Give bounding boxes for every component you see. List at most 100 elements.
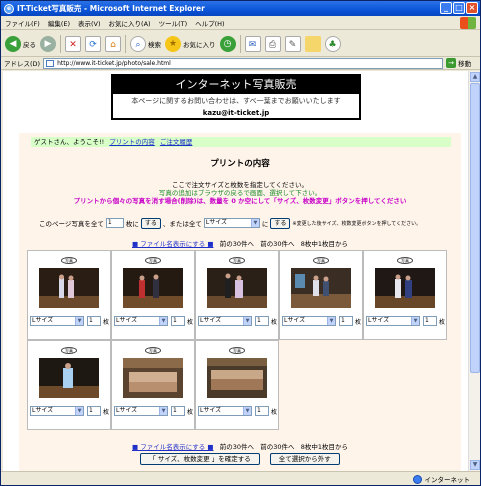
qty-input[interactable]: 1 — [423, 316, 437, 326]
size-select[interactable]: Lサイズ ▼ — [198, 406, 252, 416]
order-history-link[interactable]: ご注文履歴 — [160, 138, 193, 146]
qty-input[interactable]: 1 — [171, 316, 185, 326]
toolbar-separator — [125, 34, 126, 53]
size-select[interactable]: Lサイズ ▼ — [366, 316, 420, 326]
photo-item: 写真 Lサイズ ▼ 1 枚 — [111, 250, 195, 340]
chevron-down-icon: ▼ — [159, 407, 167, 415]
bulk-qty-apply-button[interactable]: する — [140, 217, 161, 229]
photo-thumbnail[interactable] — [207, 358, 267, 398]
size-value: Lサイズ — [116, 317, 138, 324]
search-button[interactable]: ⌕ 検索 — [130, 35, 161, 52]
close-button[interactable]: × — [466, 2, 478, 14]
edit-icon[interactable]: ✎ — [284, 35, 301, 52]
banner-email[interactable]: kazu@it-ticket.jp — [113, 109, 359, 117]
toolbar: ◀ 戻る ▶ ✕ ⟳ ⌂ ⌕ 検索 ★ お気に入り ◷ ✉ ⎙ ✎ ♣ — [1, 31, 480, 57]
qty-unit: 枚 — [439, 319, 446, 326]
stop-icon[interactable]: ✕ — [65, 35, 81, 52]
photo-thumbnail[interactable] — [375, 268, 435, 308]
toolbar-separator — [60, 34, 61, 53]
menu-tools[interactable]: ツール(T) — [159, 18, 188, 28]
folder-icon[interactable] — [304, 35, 321, 52]
maximize-button[interactable]: □ — [453, 2, 465, 14]
pager-top: ■ ファイル名表示にする ■ 前の30件へ 前の30件へ 8枚中1枚目から — [19, 238, 461, 248]
size-value: Lサイズ — [32, 407, 54, 414]
photo-thumbnail[interactable] — [39, 268, 99, 308]
chevron-down-icon: ▼ — [243, 317, 251, 325]
photo-item: 写真 Lサイズ ▼ 1 枚 — [363, 250, 447, 340]
refresh-icon[interactable]: ⟳ — [85, 35, 101, 52]
photo-thumbnail[interactable] — [123, 268, 183, 308]
qty-input[interactable]: 1 — [171, 406, 185, 416]
bulk-size-apply-button[interactable]: する — [270, 217, 291, 229]
address-input[interactable]: http://www.it-ticket.jp/photo/sale.html — [43, 57, 444, 69]
order-panel: ゲストさん、ようこそ!! プリントの内容 ご注文履歴 プリントの内容 ここで注文… — [19, 133, 461, 471]
instruction-3: プリントから個々の写真を消す場合(削除)は、数量を 0 か空にして「サイズ、枚数… — [73, 197, 407, 205]
minimize-button[interactable]: _ — [440, 2, 452, 14]
size-select[interactable]: Lサイズ ▼ — [198, 316, 252, 326]
filename-toggle-link[interactable]: ■ ファイル名表示にする ■ — [132, 443, 213, 451]
status-bar: インターネット — [1, 471, 480, 485]
ie-icon: e — [4, 3, 14, 14]
history-icon[interactable]: ◷ — [219, 35, 236, 52]
bulk-note: ※変更した後サイズ、枚数変更ボタンを押してください。 — [292, 220, 422, 227]
photo-thumbnail[interactable] — [291, 268, 351, 308]
chevron-down-icon: ▼ — [250, 219, 259, 227]
mail-icon[interactable]: ✉ — [244, 35, 261, 52]
menu-view[interactable]: 表示(V) — [78, 18, 101, 28]
toolbar-separator — [239, 34, 241, 53]
messenger-icon[interactable]: ♣ — [324, 35, 341, 52]
bulk-ni: に — [261, 220, 269, 228]
back-button[interactable]: ◀ 戻る — [5, 35, 36, 52]
bulk-size-select[interactable]: Lサイズ ▼ — [203, 218, 260, 228]
prev-page-text: 前の30件へ — [219, 240, 254, 248]
favorites-button[interactable]: ★ お気に入り — [165, 35, 216, 52]
photo-item: 写真 Lサイズ ▼ 1 枚 — [195, 250, 279, 340]
logo-icon: 写真 — [397, 257, 413, 264]
go-button[interactable]: → 移動 — [446, 58, 471, 68]
logo-icon: 写真 — [229, 257, 245, 264]
size-select[interactable]: Lサイズ ▼ — [30, 316, 84, 326]
windows-logo-icon — [460, 17, 476, 29]
vertical-scrollbar[interactable]: ▲ ▼ — [468, 71, 480, 471]
page-title: プリントの内容 — [210, 159, 270, 169]
menu-favorites[interactable]: お気に入り(A) — [109, 18, 151, 28]
qty-input[interactable]: 1 — [255, 316, 269, 326]
bulk-set-row: このページ写真を全て 1 枚に する 、または全て Lサイズ ▼ に する ※変更… — [39, 217, 459, 229]
scroll-thumb[interactable] — [470, 83, 480, 373]
photo-item: 写真 Lサイズ ▼ 1 枚 — [195, 340, 279, 430]
deselect-all-button[interactable]: 全て選択から外す — [269, 453, 340, 465]
photo-thumbnail[interactable] — [207, 268, 267, 308]
scroll-down-icon[interactable]: ▼ — [470, 460, 480, 470]
back-arrow-icon: ◀ — [5, 35, 21, 52]
home-icon[interactable]: ⌂ — [105, 35, 121, 52]
star-icon: ★ — [165, 35, 181, 52]
confirm-change-button[interactable]: 「 サイズ、枚数変更 」を確定する — [140, 453, 260, 465]
size-value: Lサイズ — [200, 407, 222, 414]
size-select[interactable]: Lサイズ ▼ — [30, 406, 84, 416]
menu-help[interactable]: ヘルプ(H) — [195, 18, 224, 28]
size-select[interactable]: Lサイズ ▼ — [114, 406, 168, 416]
title-bar: e IT-Ticket写真販売 - Microsoft Internet Exp… — [1, 1, 480, 16]
bulk-qty-input[interactable]: 1 — [105, 218, 124, 228]
print-icon[interactable]: ⎙ — [264, 35, 281, 52]
welcome-bar: ゲストさん、ようこそ!! プリントの内容 ご注文履歴 — [31, 137, 451, 147]
filename-toggle-link[interactable]: ■ ファイル名表示にする ■ — [132, 240, 213, 248]
qty-input[interactable]: 1 — [339, 316, 353, 326]
size-select[interactable]: Lサイズ ▼ — [114, 316, 168, 326]
photo-thumbnail[interactable] — [123, 358, 183, 398]
prev-page-text: 前の30件へ — [219, 443, 254, 451]
menu-edit[interactable]: 編集(E) — [48, 18, 70, 28]
photo-thumbnail[interactable] — [39, 358, 99, 398]
logo-icon: 写真 — [61, 347, 77, 354]
scroll-up-icon[interactable]: ▲ — [470, 72, 480, 82]
menu-file[interactable]: ファイル(F) — [5, 18, 40, 28]
qty-input[interactable]: 1 — [87, 316, 101, 326]
forward-arrow-icon[interactable]: ▶ — [40, 35, 56, 52]
size-select[interactable]: Lサイズ ▼ — [282, 316, 336, 326]
print-contents-link[interactable]: プリントの内容 — [109, 138, 155, 146]
qty-input[interactable]: 1 — [255, 406, 269, 416]
qty-input[interactable]: 1 — [87, 406, 101, 416]
bulk-mid: 、または全て — [162, 220, 202, 228]
search-label: 検索 — [148, 40, 161, 49]
qty-unit: 枚 — [187, 319, 194, 326]
